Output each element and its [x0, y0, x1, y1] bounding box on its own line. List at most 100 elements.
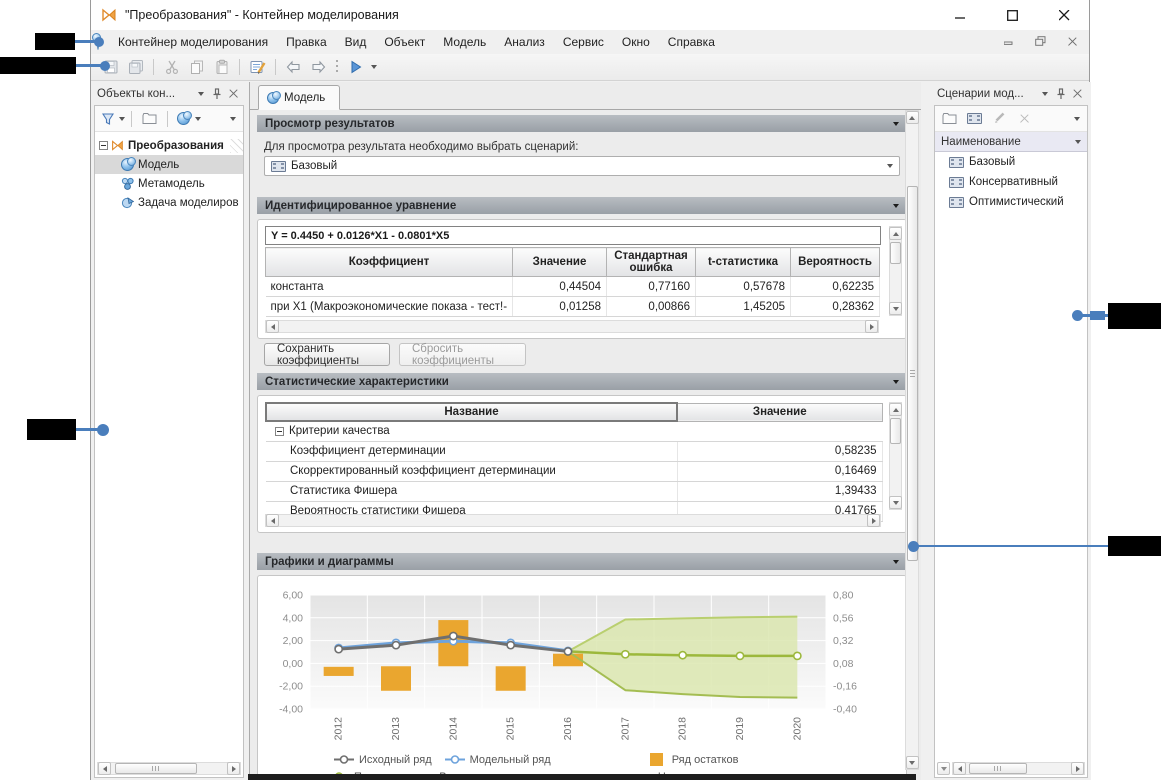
edit-note-icon[interactable]	[246, 56, 269, 78]
stats-section-header[interactable]: Статистические характеристики	[257, 373, 907, 390]
panel-toolbar-overflow-caret[interactable]	[1074, 117, 1080, 121]
scrollbar-thumb[interactable]	[890, 242, 901, 264]
scrollbar-thumb[interactable]	[969, 763, 1027, 774]
folder-icon[interactable]	[138, 108, 161, 130]
filter-icon[interactable]	[98, 108, 117, 130]
edit-pencil-icon[interactable]	[988, 108, 1011, 130]
name-column-caret[interactable]	[1075, 140, 1081, 144]
mdi-minimize-button[interactable]	[1004, 35, 1013, 49]
scenario-icon[interactable]	[963, 108, 986, 130]
reset-coefficients-button[interactable]: Сбросить коэффициенты	[399, 343, 526, 366]
scrollbar-thumb[interactable]	[115, 763, 197, 774]
collapse-section-caret[interactable]	[893, 204, 899, 208]
equation-section-header[interactable]: Идентифицированное уравнение	[257, 197, 907, 214]
menu-object[interactable]: Объект	[375, 32, 434, 52]
col-stderr[interactable]: Стандартная ошибка	[607, 248, 696, 277]
equation-hscrollbar[interactable]	[265, 320, 879, 333]
mdi-restore-button[interactable]	[1035, 35, 1046, 49]
scenario-combobox[interactable]: Базовый	[264, 156, 900, 176]
panel-toolbar-overflow-caret[interactable]	[230, 117, 236, 121]
scroll-down-button[interactable]	[889, 496, 902, 509]
collapse-section-caret[interactable]	[893, 380, 899, 384]
col-value[interactable]: Значение	[513, 248, 607, 277]
col-coefficient[interactable]: Коэффициент	[266, 248, 513, 277]
scroll-right-button[interactable]	[1071, 762, 1084, 775]
close-button[interactable]	[1053, 4, 1075, 26]
save-all-icon[interactable]	[124, 56, 147, 78]
table-row[interactable]: Коэффициент детерминации0,58235	[266, 441, 882, 461]
equation-formula[interactable]: Y = 0.4450 + 0.0126*X1 - 0.0801*X5	[265, 226, 881, 245]
filter-caret[interactable]	[119, 117, 125, 121]
tree-root-row[interactable]: Преобразования	[95, 136, 243, 155]
delete-x-icon[interactable]	[1013, 108, 1036, 130]
scroll-up-button[interactable]	[889, 227, 902, 240]
scroll-left-button[interactable]	[266, 514, 279, 527]
back-icon[interactable]	[282, 56, 305, 78]
scrollbar-thumb[interactable]	[890, 418, 901, 444]
stats-hscrollbar[interactable]	[265, 514, 881, 527]
col-tstat[interactable]: t-статистика	[696, 248, 791, 277]
panel-menu-caret-icon[interactable]	[1037, 86, 1053, 102]
legend-item[interactable]: Ряд остатков	[646, 753, 739, 766]
tree-item-modeling-task[interactable]: Задача моделиров	[95, 193, 243, 212]
close-panel-icon[interactable]	[225, 86, 241, 102]
paste-icon[interactable]	[210, 56, 233, 78]
collapse-section-caret[interactable]	[893, 560, 899, 564]
menu-analysis[interactable]: Анализ	[495, 32, 554, 52]
collapse-expander-icon[interactable]	[99, 141, 108, 150]
run-icon[interactable]	[344, 56, 367, 78]
table-row[interactable]: при X1 (Макроэкономические показа - тест…	[266, 297, 880, 317]
scenarios-panel-hscrollbar[interactable]	[952, 762, 1085, 775]
model-filter-caret[interactable]	[195, 117, 201, 121]
folder-icon[interactable]	[938, 108, 961, 130]
scroll-down-button[interactable]	[889, 302, 902, 315]
scroll-left-button[interactable]	[266, 320, 279, 333]
stats-vscrollbar[interactable]	[889, 402, 902, 510]
main-vscrollbar[interactable]	[905, 110, 919, 770]
results-section-header[interactable]: Просмотр результатов	[257, 115, 907, 132]
maximize-button[interactable]	[1001, 4, 1023, 26]
table-row[interactable]: Статистика Фишера1,39433	[266, 481, 882, 501]
scroll-right-button[interactable]	[865, 320, 878, 333]
pin-icon[interactable]	[209, 86, 225, 102]
toolbar-grip[interactable]	[335, 59, 339, 75]
menu-window[interactable]: Окно	[613, 32, 659, 52]
table-row[interactable]: Скорректированный коэффициент детерминац…	[266, 461, 882, 481]
scenario-item-optimistic[interactable]: Оптимистический	[935, 192, 1087, 212]
col-value[interactable]: Значение	[677, 403, 882, 421]
panel-menu-caret-icon[interactable]	[193, 86, 209, 102]
tree-item-model[interactable]: Модель	[95, 155, 243, 174]
collapse-expander-icon[interactable]	[275, 427, 284, 436]
name-column-header[interactable]: Наименование	[935, 132, 1087, 152]
tree-item-metamodel[interactable]: Метамодель	[95, 174, 243, 193]
objects-panel-hscrollbar[interactable]	[97, 762, 241, 775]
pin-icon[interactable]	[1053, 86, 1069, 102]
scroll-up-button[interactable]	[889, 403, 902, 416]
model-filter-icon[interactable]	[174, 108, 193, 130]
scroll-left-button[interactable]	[98, 762, 111, 775]
save-coefficients-button[interactable]: Сохранить коэффициенты	[264, 343, 390, 366]
close-panel-icon[interactable]	[1069, 86, 1085, 102]
table-row[interactable]: константа0,44504 0,771600,57678 0,62235	[266, 277, 880, 297]
menu-container[interactable]: Контейнер моделирования	[109, 32, 277, 52]
run-dropdown-caret[interactable]	[371, 65, 377, 69]
equation-vscrollbar[interactable]	[889, 226, 902, 316]
menu-model[interactable]: Модель	[434, 32, 495, 52]
menu-view[interactable]: Вид	[336, 32, 376, 52]
scrollbar-thumb[interactable]	[907, 186, 918, 561]
minimize-button[interactable]	[949, 4, 971, 26]
scroll-right-button[interactable]	[867, 514, 880, 527]
menu-help[interactable]: Справка	[659, 32, 724, 52]
combobox-caret[interactable]	[887, 164, 893, 168]
legend-item[interactable]: Исходный ряд	[333, 753, 432, 766]
col-name[interactable]: Название	[266, 403, 677, 421]
forward-icon[interactable]	[307, 56, 330, 78]
group-row[interactable]: Критерии качества	[266, 421, 882, 441]
legend-item[interactable]: Модельный ряд	[444, 753, 551, 766]
panel-extra-button[interactable]	[937, 762, 950, 775]
menu-edit[interactable]: Правка	[277, 32, 336, 52]
cut-icon[interactable]	[160, 56, 183, 78]
col-prob[interactable]: Вероятность	[791, 248, 880, 277]
scroll-right-button[interactable]	[227, 762, 240, 775]
copy-icon[interactable]	[185, 56, 208, 78]
